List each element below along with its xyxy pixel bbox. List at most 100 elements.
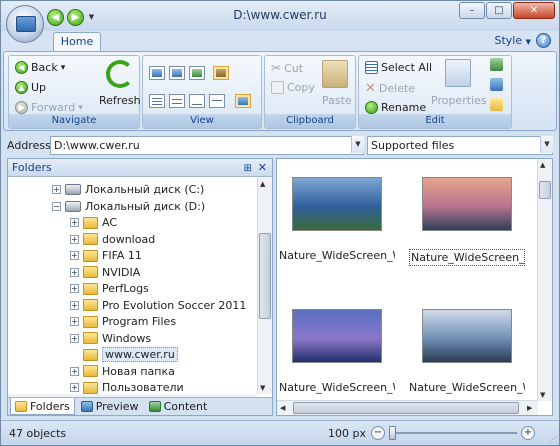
tree-node[interactable]: + AC — [70, 214, 117, 231]
move-to-icon[interactable] — [490, 58, 503, 71]
address-dropdown-icon[interactable]: ▼ — [351, 136, 364, 153]
fileview-horizontal-scrollbar[interactable]: ◀ ▶ — [277, 400, 538, 415]
refresh-icon[interactable] — [106, 60, 134, 88]
address-input[interactable]: D:\www.cwer.ru — [50, 136, 364, 155]
view-group: View — [142, 55, 262, 129]
tree-node[interactable]: + Пользователи — [70, 379, 184, 394]
close-icon[interactable]: ✕ — [258, 159, 267, 176]
explorer-window: ◀ ▶ ▼ D:\www.cwer.ru – □ ✕ Home Style ▼ … — [0, 0, 560, 446]
chevron-down-icon: ▼ — [525, 38, 531, 46]
file-thumbnail[interactable]: Nature_WideScreen_Wal... — [409, 309, 525, 394]
scroll-right-icon[interactable]: ▶ — [527, 404, 532, 412]
tree-node[interactable]: + PerfLogs — [70, 280, 149, 297]
folders-pane: Folders ⊞ ✕ + Локальный диск (C:) − Локальн… — [7, 158, 273, 416]
expand-icon[interactable]: + — [70, 234, 79, 244]
expand-icon[interactable]: + — [70, 284, 79, 293]
up-button[interactable]: ▲ Up — [15, 81, 46, 94]
close-button[interactable]: ✕ — [513, 2, 555, 19]
zoom-slider-thumb[interactable] — [388, 426, 396, 440]
expand-icon[interactable]: + — [70, 383, 79, 392]
tree-node[interactable]: + Windows — [70, 330, 151, 347]
back-button[interactable]: ◀ Back ▾ — [15, 61, 65, 74]
tree-node[interactable]: + download — [70, 231, 155, 248]
window-controls: – □ ✕ — [459, 2, 555, 19]
file-thumbnail[interactable]: Nature_WideScreen_Wallpapers_03 — [409, 177, 525, 266]
tab-folders[interactable]: Folders — [10, 398, 75, 415]
scrollbar-thumb[interactable] — [293, 402, 519, 414]
file-filter-value: Supported files — [371, 139, 455, 152]
file-thumbnail[interactable]: Nature_WideScreen_Wal... — [279, 177, 395, 262]
view-filmstrip-icon[interactable] — [235, 94, 251, 108]
application-menu-button[interactable] — [6, 5, 44, 43]
expand-icon[interactable]: + — [70, 251, 79, 260]
view-group-icon[interactable] — [209, 94, 225, 108]
cut-button[interactable]: ✂ Cut — [271, 61, 303, 75]
refresh-button[interactable]: Refresh — [99, 94, 141, 107]
file-thumbnail[interactable]: Nature_WideScreen_Wal... — [279, 309, 395, 394]
view-thumbnails-icon[interactable] — [149, 66, 165, 80]
tree-node[interactable]: − Локальный диск (D:) — [52, 198, 205, 215]
expand-icon[interactable]: + — [70, 300, 79, 310]
copy-to-icon[interactable] — [490, 78, 503, 91]
help-icon[interactable]: ? — [536, 33, 551, 48]
pin-icon[interactable]: ⊞ — [244, 160, 252, 177]
delete-label: Delete — [378, 82, 416, 95]
view-details-icon[interactable] — [149, 94, 165, 108]
view-tiles-icon[interactable] — [169, 66, 185, 80]
tree-node-label: AC — [102, 216, 118, 229]
expand-icon[interactable]: + — [70, 366, 79, 376]
forward-button[interactable]: ▶ Forward ▾ — [15, 101, 83, 114]
properties-button[interactable]: Properties — [431, 94, 487, 107]
zoom-slider-track[interactable] — [389, 432, 517, 434]
view-sort-icon[interactable] — [189, 94, 205, 108]
maximize-button[interactable]: □ — [486, 2, 512, 19]
rename-button[interactable]: Rename — [365, 101, 426, 114]
tab-preview[interactable]: Preview — [77, 398, 143, 415]
collapse-icon[interactable]: − — [52, 201, 61, 211]
zoom-out-button[interactable]: − — [371, 426, 385, 440]
tree-node[interactable]: + Локальный диск (C:) — [52, 181, 204, 198]
expand-icon[interactable]: + — [70, 267, 79, 277]
expand-icon[interactable]: + — [70, 317, 79, 326]
scroll-up-icon[interactable]: ▲ — [540, 161, 545, 169]
paste-label: Paste — [322, 94, 352, 107]
expand-icon[interactable]: + — [70, 333, 79, 343]
folder-icon — [83, 216, 98, 229]
filter-dropdown-icon[interactable]: ▼ — [540, 136, 553, 153]
expand-icon[interactable]: + — [52, 185, 61, 194]
resize-grip-icon[interactable]: ⋰ — [549, 435, 557, 444]
scrollbar-thumb[interactable] — [259, 233, 271, 319]
tab-content[interactable]: Content — [145, 398, 212, 415]
scroll-down-icon[interactable]: ▼ — [260, 384, 265, 392]
expand-icon[interactable]: + — [70, 218, 79, 227]
view-icons-icon[interactable] — [189, 66, 205, 80]
copy-button[interactable]: Copy — [271, 81, 315, 94]
tree-node[interactable]: + Pro Evolution Soccer 2011 — [70, 297, 246, 314]
tree-node[interactable]: + NVIDIA — [70, 264, 140, 281]
delete-button[interactable]: ✕ Delete — [365, 81, 415, 96]
new-folder-icon[interactable] — [490, 98, 503, 111]
scroll-down-icon[interactable]: ▼ — [540, 391, 545, 399]
folder-icon — [83, 315, 98, 328]
style-menu[interactable]: Style ▼ — [494, 34, 531, 47]
tree-node[interactable]: + Program Files — [70, 313, 176, 330]
view-small-icons-icon[interactable] — [169, 94, 185, 108]
tree-node[interactable]: + Новая папка — [70, 363, 175, 380]
content-icon — [148, 401, 161, 412]
tree-node[interactable]: www.cwer.ru — [70, 346, 178, 363]
scroll-up-icon[interactable]: ▲ — [260, 180, 265, 188]
preview-icon — [80, 401, 93, 412]
view-list-icon[interactable] — [213, 66, 229, 80]
file-filter-select[interactable]: Supported files — [367, 136, 553, 155]
scrollbar-thumb[interactable] — [539, 181, 551, 199]
tree-node[interactable]: + FIFA 11 — [70, 247, 142, 264]
tab-home[interactable]: Home — [53, 32, 101, 52]
minimize-button[interactable]: – — [459, 2, 485, 19]
paste-icon — [322, 60, 348, 88]
zoom-in-button[interactable]: + — [521, 426, 535, 440]
fileview-vertical-scrollbar[interactable]: ▲ ▼ — [537, 159, 552, 401]
scroll-left-icon[interactable]: ◀ — [280, 404, 285, 412]
select-all-button[interactable]: Select All — [365, 61, 432, 74]
paste-button[interactable]: Paste — [322, 94, 352, 107]
tree-vertical-scrollbar[interactable]: ▲ ▼ — [257, 178, 272, 394]
